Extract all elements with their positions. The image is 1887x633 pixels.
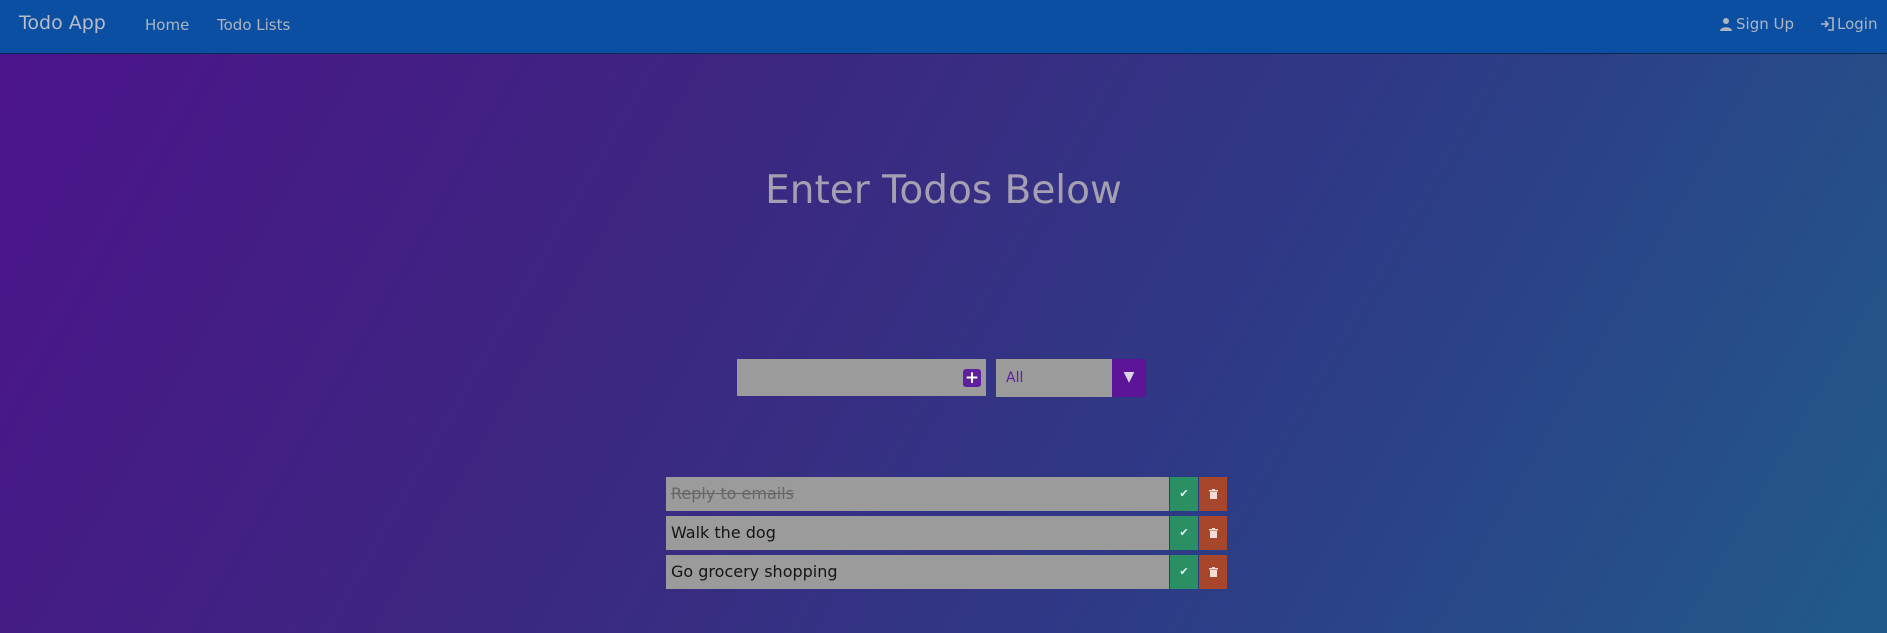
todo-text[interactable]: Walk the dog xyxy=(666,516,1169,550)
delete-button[interactable] xyxy=(1199,516,1227,550)
caret-down-icon[interactable]: ▼ xyxy=(1112,359,1146,397)
user-icon xyxy=(1720,18,1732,31)
brand-logo[interactable]: Todo App xyxy=(19,12,106,34)
check-icon: ✔ xyxy=(1179,565,1189,578)
todo-item: Go grocery shopping ✔ xyxy=(666,555,1227,589)
filter-select[interactable]: All ▼ xyxy=(996,359,1146,397)
page-heading: Enter Todos Below xyxy=(765,168,1122,213)
login-link[interactable]: Login xyxy=(1820,15,1877,33)
signup-label: Sign Up xyxy=(1736,15,1794,33)
trash-icon xyxy=(1208,567,1218,577)
todo-add-form: + xyxy=(737,359,986,396)
complete-button[interactable]: ✔ xyxy=(1170,516,1198,550)
todo-text[interactable]: Reply to emails xyxy=(666,477,1169,511)
navbar: Todo App Home Todo Lists Sign Up Login xyxy=(0,0,1887,54)
check-icon: ✔ xyxy=(1179,526,1189,539)
signup-link[interactable]: Sign Up xyxy=(1719,15,1794,33)
sign-in-icon xyxy=(1821,17,1834,31)
todo-text[interactable]: Go grocery shopping xyxy=(666,555,1169,589)
delete-button[interactable] xyxy=(1199,477,1227,511)
complete-button[interactable]: ✔ xyxy=(1170,477,1198,511)
trash-icon xyxy=(1208,528,1218,538)
trash-icon xyxy=(1208,489,1218,499)
delete-button[interactable] xyxy=(1199,555,1227,589)
nav-home[interactable]: Home xyxy=(145,16,189,34)
todo-input[interactable] xyxy=(737,359,952,396)
plus-square-icon: + xyxy=(964,368,980,388)
todo-item: Reply to emails ✔ xyxy=(666,477,1227,511)
todo-item: Walk the dog ✔ xyxy=(666,516,1227,550)
add-todo-button[interactable]: + xyxy=(963,369,981,387)
login-label: Login xyxy=(1837,15,1878,33)
nav-todo-lists[interactable]: Todo Lists xyxy=(217,16,290,34)
check-icon: ✔ xyxy=(1179,487,1189,500)
todo-list: Reply to emails ✔ Walk the dog ✔ Go grocery … xyxy=(666,477,1227,594)
complete-button[interactable]: ✔ xyxy=(1170,555,1198,589)
filter-selected-value: All xyxy=(1006,370,1024,386)
